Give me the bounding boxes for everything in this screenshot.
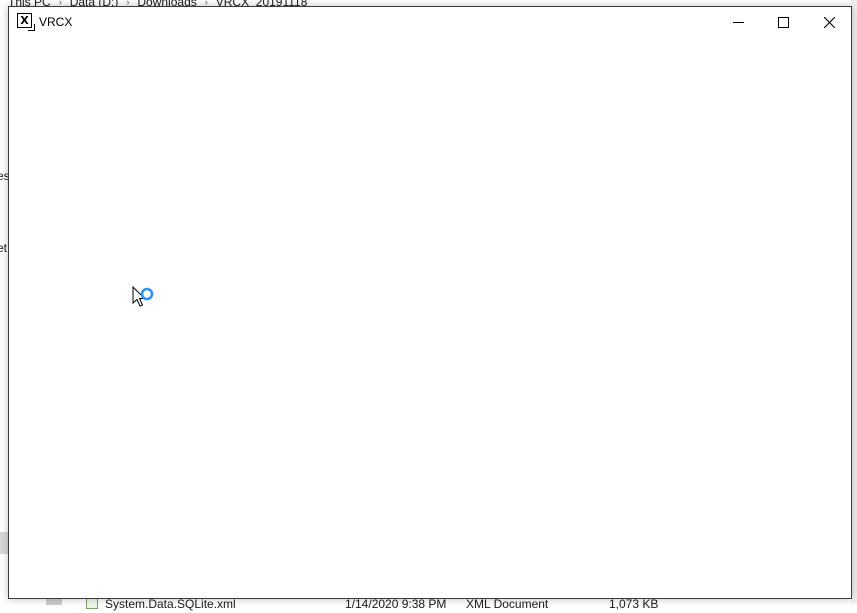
file-date: 1/14/2020 9:38 PM	[345, 597, 447, 611]
window-title: VRCX	[39, 15, 73, 29]
window-content-area[interactable]	[9, 37, 851, 598]
nav-pane-item-peek[interactable]: et	[0, 241, 7, 255]
maximize-button[interactable]	[760, 7, 806, 37]
close-button[interactable]	[806, 7, 852, 37]
file-list-row[interactable]: System.Data.SQLite.xml 1/14/2020 9:38 PM…	[0, 597, 857, 613]
maximize-icon	[777, 16, 789, 28]
busy-cursor-icon	[132, 286, 154, 307]
nav-pane-selected-strip	[0, 532, 8, 554]
close-icon	[823, 16, 835, 28]
file-size: 1,073 KB	[609, 597, 659, 611]
file-name: System.Data.SQLite.xml	[105, 597, 236, 611]
title-bar[interactable]: X VRCX	[9, 7, 851, 37]
vrcx-app-icon[interactable]: X	[17, 13, 35, 31]
minimize-icon	[732, 21, 744, 23]
file-type: XML Document	[466, 597, 549, 611]
minimize-button[interactable]	[715, 7, 761, 37]
